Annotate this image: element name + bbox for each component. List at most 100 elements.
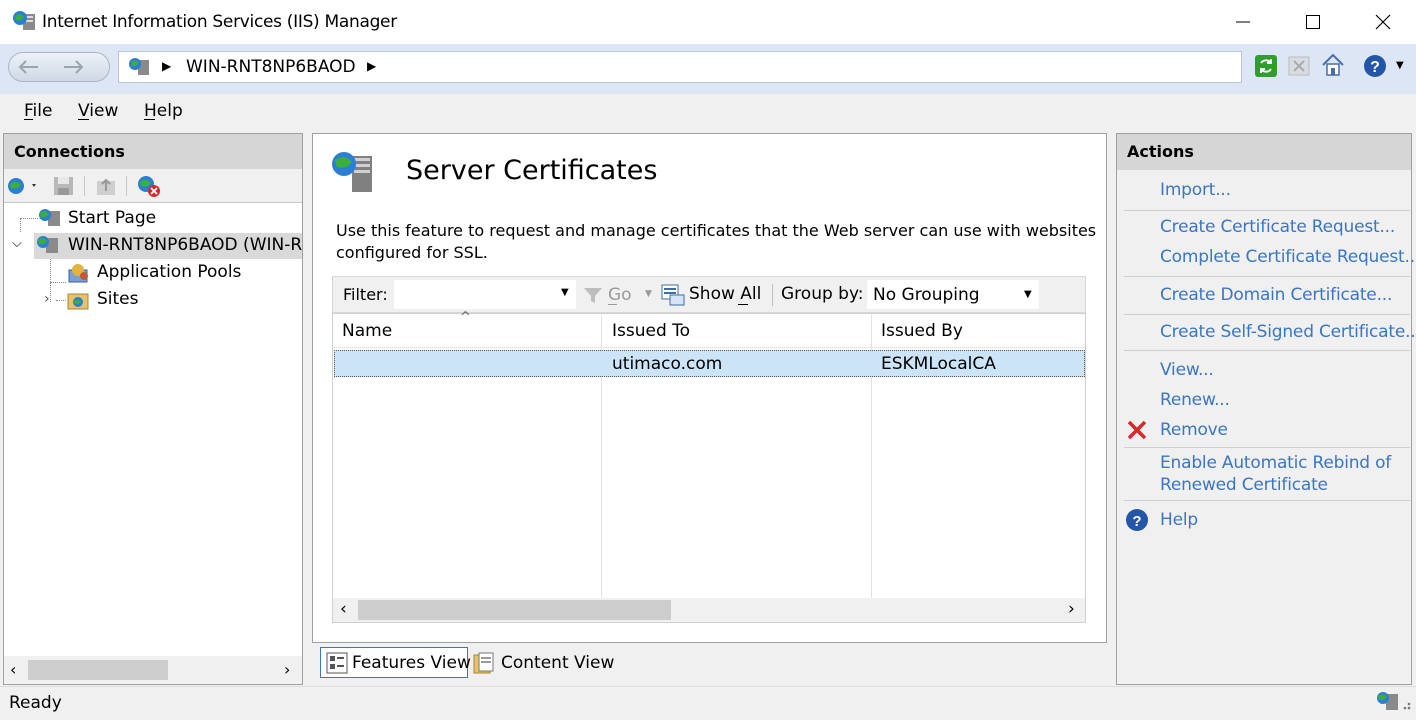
scroll-left-arrow-icon[interactable]: ‹ (10, 660, 16, 679)
mnemonic-underline (78, 119, 89, 120)
help-icon[interactable]: ? (1362, 53, 1388, 79)
forward-arrow-icon[interactable] (58, 56, 90, 78)
back-arrow-icon[interactable] (14, 56, 46, 78)
sites-icon (67, 293, 89, 310)
filter-label: Filter: (343, 285, 388, 304)
sort-ascending-icon: ^ (460, 310, 471, 325)
content-view-icon[interactable] (472, 651, 496, 675)
column-header-issued-to[interactable]: Issued To (612, 321, 690, 341)
breadcrumb-server[interactable]: WIN-RNT8NP6BAOD (186, 57, 356, 77)
action-separator (1124, 350, 1410, 351)
tree-line (20, 218, 21, 232)
go-dropdown-arrow-icon[interactable]: ▼ (645, 289, 652, 299)
features-view-icon (326, 652, 348, 674)
grid-header (333, 314, 1085, 348)
feature-description-line2: configured for SSL. (336, 243, 488, 262)
save-icon[interactable] (52, 175, 76, 197)
svg-text:?: ? (1370, 59, 1380, 76)
page-title: Server Certificates (406, 155, 658, 186)
status-server-icon (1377, 692, 1411, 710)
tree-line (50, 258, 51, 302)
chevron-right-icon[interactable]: › (44, 291, 50, 307)
menu-view[interactable]: View (78, 101, 118, 121)
group-by-value: No Grouping (873, 285, 980, 305)
iis-app-icon (13, 11, 35, 30)
mnemonic-underline (608, 304, 617, 305)
mnemonic-underline (24, 119, 33, 120)
action-renew[interactable]: Renew... (1160, 390, 1230, 410)
action-create-domain-certificate[interactable]: Create Domain Certificate... (1160, 285, 1392, 305)
remove-x-icon (1127, 420, 1147, 440)
up-level-icon[interactable] (94, 175, 118, 197)
delete-connection-icon[interactable] (136, 174, 162, 198)
menu-help[interactable]: Help (144, 101, 183, 121)
action-create-certificate-request[interactable]: Create Certificate Request... (1160, 217, 1395, 237)
chevron-down-icon[interactable]: ⌵ (12, 236, 22, 251)
filter-dropdown-arrow-icon[interactable]: ▼ (561, 287, 569, 298)
menu-file[interactable]: File (24, 101, 52, 121)
show-all-icon[interactable] (660, 283, 686, 307)
maximize-button[interactable] (1278, 0, 1348, 44)
action-separator (1124, 276, 1410, 277)
server-certificates-icon (332, 152, 372, 192)
help-icon: ? (1126, 509, 1148, 531)
actions-header: Actions (1117, 134, 1411, 170)
minimize-button[interactable] (1208, 0, 1278, 44)
scroll-right-arrow-icon[interactable]: › (284, 660, 290, 679)
tree-item-sites[interactable]: Sites (97, 289, 139, 309)
tree-item-application-pools[interactable]: Application Pools (97, 262, 241, 282)
status-text: Ready (9, 693, 62, 713)
help-dropdown-arrow-icon[interactable]: ▼ (1396, 60, 1404, 71)
group-by-dropdown-arrow-icon[interactable]: ▼ (1024, 289, 1032, 300)
action-complete-certificate-request[interactable]: Complete Certificate Request... (1160, 247, 1416, 267)
breadcrumb-arrow-icon[interactable]: ▶ (367, 59, 376, 73)
action-separator (1124, 500, 1410, 501)
action-enable-automatic-rebind-line2[interactable]: Renewed Certificate (1160, 475, 1328, 495)
mnemonic-underline (144, 119, 155, 120)
scroll-thumb[interactable] (28, 660, 168, 680)
refresh-icon[interactable] (1254, 54, 1278, 78)
column-header-issued-by[interactable]: Issued By (881, 321, 963, 341)
go-button[interactable]: Go (608, 285, 632, 305)
scroll-right-arrow-icon[interactable]: › (1068, 599, 1075, 619)
tree-line (50, 282, 66, 283)
cell-issued-by: ESKMLocalCA (881, 354, 996, 374)
filter-input[interactable] (394, 280, 576, 309)
app-pools-icon (68, 264, 88, 283)
action-separator (1124, 210, 1410, 211)
status-bar (0, 686, 1416, 720)
window-title: Internet Information Services (IIS) Mana… (42, 12, 397, 32)
connect-icon[interactable] (6, 175, 40, 197)
action-import[interactable]: Import... (1160, 180, 1231, 200)
toolbar-separator (84, 176, 85, 196)
features-view-label: Features View (352, 653, 471, 673)
tree-line (56, 300, 66, 301)
scroll-thumb[interactable] (358, 600, 671, 620)
cell-issued-to: utimaco.com (612, 354, 723, 374)
action-view[interactable]: View... (1160, 360, 1214, 380)
tree-item-server[interactable]: WIN-RNT8NP6BAOD (WIN-RN (68, 235, 302, 255)
server-icon (37, 236, 58, 253)
tree-item-start-page[interactable]: Start Page (68, 208, 156, 228)
toolbar-separator (772, 284, 773, 306)
action-separator (1124, 314, 1410, 315)
start-page-icon (39, 209, 60, 226)
connections-header: Connections (4, 134, 302, 170)
server-icon (129, 58, 149, 75)
stop-icon[interactable] (1288, 56, 1310, 76)
home-icon[interactable] (1320, 52, 1346, 78)
action-help[interactable]: Help (1160, 510, 1198, 530)
scroll-left-arrow-icon[interactable]: ‹ (340, 599, 347, 619)
action-create-self-signed-certificate[interactable]: Create Self-Signed Certificate... (1160, 322, 1416, 342)
column-header-name[interactable]: Name (342, 321, 392, 341)
content-view-label[interactable]: Content View (501, 653, 614, 673)
action-remove[interactable]: Remove (1160, 420, 1228, 440)
group-by-label: Group by: (781, 284, 864, 304)
mnemonic-underline (738, 304, 748, 305)
svg-text:?: ? (1132, 513, 1141, 530)
show-all-button[interactable]: Show All (689, 284, 761, 304)
close-button[interactable] (1348, 0, 1416, 44)
action-enable-automatic-rebind-line1[interactable]: Enable Automatic Rebind of (1160, 453, 1391, 473)
breadcrumb-arrow-icon[interactable]: ▶ (162, 59, 171, 73)
funnel-icon[interactable] (582, 285, 604, 305)
